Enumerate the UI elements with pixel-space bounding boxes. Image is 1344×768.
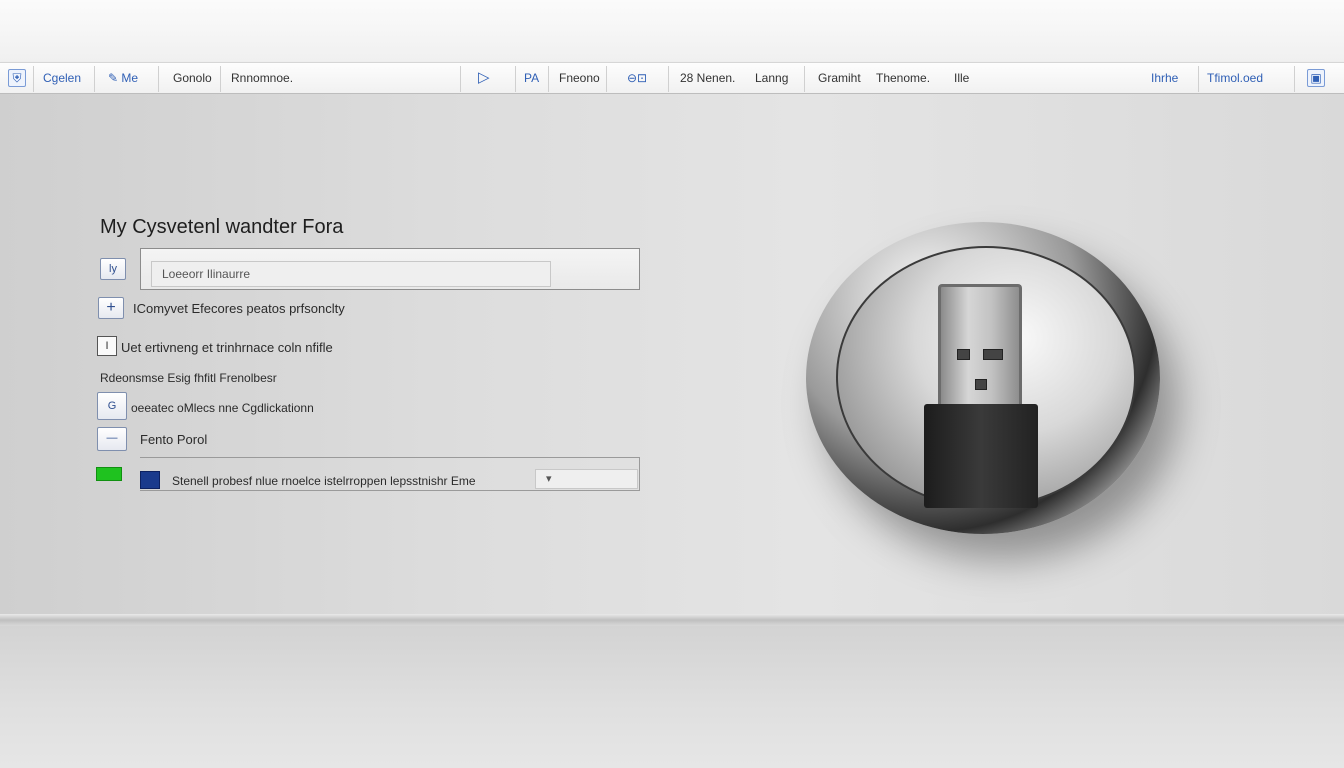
toolbar-item-28-nenen[interactable]: 28 Nenen. xyxy=(680,63,735,93)
toolbar-separator xyxy=(1294,66,1295,92)
toolbar-item-gonolo[interactable]: Gonolo xyxy=(173,63,212,93)
shield-icon[interactable]: ⛨ xyxy=(8,69,26,87)
usb-pin-hole xyxy=(983,349,1003,360)
toolbar-item-cgelen[interactable]: Cgelen xyxy=(43,63,81,93)
row2-label: Uet ertivneng et trinhrnace coln nfifle xyxy=(121,340,333,355)
toolbar-item-ille[interactable]: Ille xyxy=(954,63,969,93)
link-icon[interactable]: ⊖⊡ xyxy=(627,63,647,93)
usb-pin-hole xyxy=(975,379,987,390)
toolbar-item-me-label: Me xyxy=(121,71,139,85)
toolbar-item-ihrhe[interactable]: Ihrhe xyxy=(1151,63,1178,93)
toolbar-separator xyxy=(548,66,549,92)
usb-drive-icon xyxy=(938,284,1022,408)
checkbox-row2[interactable]: I xyxy=(97,336,117,356)
add-button[interactable]: + xyxy=(98,297,124,319)
row5-label: Fento Porol xyxy=(140,432,208,447)
row1-label: IComyvet Efecores peatos prfsonclty xyxy=(133,301,345,316)
gear-icon-button[interactable]: G xyxy=(97,392,127,420)
toolbar-separator xyxy=(1198,66,1199,92)
minus-button[interactable]: — xyxy=(97,427,127,451)
toolbar-separator xyxy=(804,66,805,92)
toolbar: ⛨ Cgelen ✎ Me Gonolo Rnnomnoe. ▷ PA Fneo… xyxy=(0,62,1344,94)
toolbar-separator xyxy=(220,66,221,92)
toolbar-separator xyxy=(460,66,461,92)
usb-pin-hole xyxy=(957,349,970,360)
toolbar-item-gramiht[interactable]: Gramiht xyxy=(818,63,861,93)
pen-icon: ✎ xyxy=(108,71,119,85)
top-band xyxy=(0,0,1344,62)
toolbar-item-me[interactable]: ✎ Me xyxy=(108,63,138,93)
toolbar-separator xyxy=(606,66,607,92)
toolbar-item-thenome[interactable]: Thenome. xyxy=(876,63,930,93)
toolbar-separator xyxy=(94,66,95,92)
row4-label: oeeatec oMlecs nne Cgdlickationn xyxy=(131,401,314,415)
toolbar-separator xyxy=(158,66,159,92)
toolbar-separator xyxy=(515,66,516,92)
window-icon[interactable]: ▣ xyxy=(1307,69,1325,87)
search-field-frame: Loeeorr Ilinaurre xyxy=(140,248,640,290)
field-toggle-button[interactable]: ly xyxy=(100,258,126,280)
row6-dropdown[interactable]: ▾ xyxy=(535,469,638,489)
play-icon[interactable]: ▷ xyxy=(478,63,490,93)
status-indicator-green xyxy=(96,467,122,481)
usb-drive-body xyxy=(924,404,1038,508)
toolbar-item-fneono[interactable]: Fneono xyxy=(559,63,600,93)
floor xyxy=(0,626,1344,768)
panel-edge xyxy=(0,614,1344,626)
toolbar-item-lanng[interactable]: Lanng xyxy=(755,63,788,93)
row3-label: Rdeonsmse Esig fhfitl Frenolbesr xyxy=(100,371,277,385)
search-input[interactable]: Loeeorr Ilinaurre xyxy=(151,261,551,287)
toolbar-item-tfimol[interactable]: Tfimol.oed xyxy=(1207,63,1263,93)
toolbar-separator xyxy=(668,66,669,92)
toolbar-item-rnnomnoe[interactable]: Rnnomnoe. xyxy=(231,63,293,93)
form-title: My Cysvetenl wandter Fora xyxy=(100,216,344,238)
toolbar-separator xyxy=(33,66,34,92)
toolbar-item-pa[interactable]: PA xyxy=(524,63,539,93)
